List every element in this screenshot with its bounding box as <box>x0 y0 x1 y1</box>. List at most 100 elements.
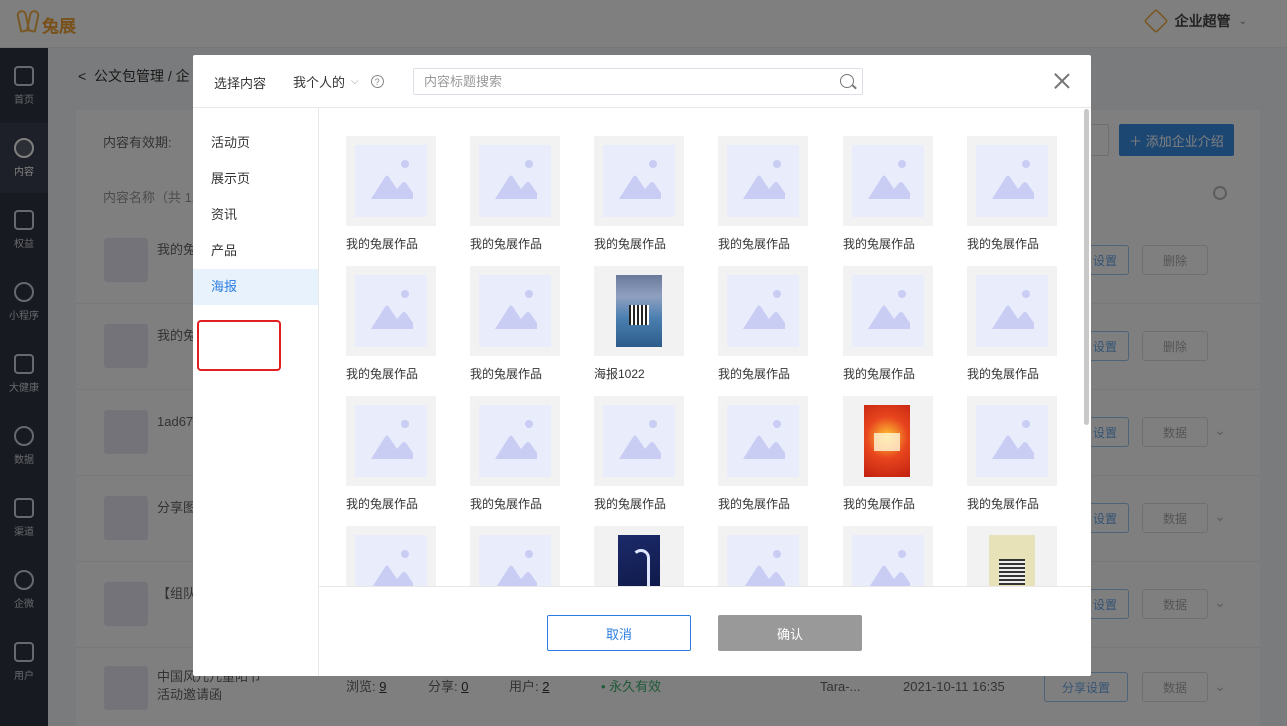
content-card[interactable]: 我的兔展作品 <box>691 238 808 381</box>
content-card[interactable] <box>567 498 684 586</box>
placeholder-image <box>479 405 551 477</box>
content-card[interactable] <box>940 498 1057 586</box>
image-placeholder-icon <box>495 305 537 329</box>
placeholder-image <box>355 535 427 586</box>
search-icon[interactable] <box>840 74 854 88</box>
content-card[interactable]: 我的兔展作品 <box>816 108 933 251</box>
image-placeholder-icon <box>869 565 910 586</box>
placeholder-image <box>727 275 799 347</box>
cancel-button[interactable]: 取消 <box>547 615 691 651</box>
image-placeholder-icon <box>495 175 537 199</box>
close-icon[interactable] <box>1053 72 1071 90</box>
card-thumbnail <box>843 136 933 226</box>
content-card[interactable]: 我的兔展作品 <box>940 368 1057 511</box>
dialog-footer: 取消 确认 <box>319 586 1091 676</box>
image-placeholder-icon <box>743 435 785 459</box>
image-placeholder-icon <box>992 435 1034 459</box>
placeholder-image <box>852 535 924 586</box>
placeholder-image <box>852 275 924 347</box>
content-card[interactable] <box>443 498 560 586</box>
sun-dot <box>773 290 781 298</box>
placeholder-image <box>479 145 551 217</box>
sun-dot <box>898 550 906 558</box>
sun-dot <box>1022 290 1030 298</box>
content-card[interactable]: 我的兔展作品 <box>567 368 684 511</box>
category-item[interactable]: 活动页 <box>193 125 318 161</box>
content-card[interactable]: 我的兔展作品 <box>816 238 933 381</box>
sun-dot <box>525 550 533 558</box>
card-thumbnail <box>967 526 1057 586</box>
grid-scrollbar[interactable] <box>1084 109 1089 425</box>
confirm-button[interactable]: 确认 <box>718 615 862 651</box>
placeholder-image <box>603 405 675 477</box>
card-thumbnail <box>967 396 1057 486</box>
scope-value: 我个人的 <box>293 75 346 90</box>
image-placeholder-icon <box>371 305 413 329</box>
placeholder-image <box>727 405 799 477</box>
content-card[interactable]: 我的兔展作品 <box>319 238 436 381</box>
dialog-title: 选择内容 <box>214 76 267 91</box>
content-card[interactable]: 我的兔展作品 <box>940 108 1057 251</box>
category-item[interactable]: 海报 <box>193 269 318 305</box>
content-card[interactable]: 我的兔展作品 <box>816 368 933 511</box>
card-thumbnail <box>594 526 684 586</box>
scope-dropdown[interactable]: 我个人的 ⌵ ? <box>293 72 384 91</box>
card-thumbnail <box>594 266 684 356</box>
card-thumbnail <box>470 136 560 226</box>
card-thumbnail <box>843 266 933 356</box>
image-placeholder-icon <box>992 175 1034 199</box>
sun-dot <box>401 420 409 428</box>
placeholder-image <box>603 145 675 217</box>
card-thumbnail <box>470 526 560 586</box>
card-thumbnail <box>718 526 808 586</box>
image-placeholder-icon <box>496 565 537 586</box>
sun-dot <box>898 160 906 168</box>
content-search-input[interactable] <box>413 68 863 95</box>
placeholder-image <box>479 275 551 347</box>
chevron-down-icon: ⌵ <box>351 76 359 87</box>
card-thumbnail <box>346 526 436 586</box>
content-card[interactable]: 海报1022 <box>567 238 684 381</box>
sun-dot <box>401 550 409 558</box>
placeholder-image <box>852 145 924 217</box>
content-card[interactable]: 我的兔展作品 <box>443 368 560 511</box>
sun-dot <box>773 160 781 168</box>
image-placeholder-icon <box>868 175 910 199</box>
placeholder-image <box>727 145 799 217</box>
content-card[interactable]: 我的兔展作品 <box>940 238 1057 381</box>
sun-dot <box>649 420 657 428</box>
image-placeholder-icon <box>495 435 537 459</box>
category-item[interactable]: 资讯 <box>193 197 318 233</box>
card-thumbnail <box>594 136 684 226</box>
image-placeholder-icon <box>868 305 910 329</box>
content-card[interactable]: 我的兔展作品 <box>443 238 560 381</box>
sun-dot <box>773 550 781 558</box>
category-item[interactable]: 展示页 <box>193 161 318 197</box>
image-placeholder-icon <box>619 175 661 199</box>
placeholder-image <box>727 535 799 586</box>
sun-dot <box>401 160 409 168</box>
card-thumbnail <box>470 396 560 486</box>
image-placeholder-icon <box>744 565 785 586</box>
sun-dot <box>649 160 657 168</box>
content-card[interactable] <box>691 498 808 586</box>
content-card[interactable]: 我的兔展作品 <box>691 368 808 511</box>
image-placeholder-icon <box>743 175 785 199</box>
sun-dot <box>773 420 781 428</box>
content-card[interactable]: 我的兔展作品 <box>567 108 684 251</box>
image-placeholder-icon <box>619 435 661 459</box>
content-card[interactable] <box>319 498 436 586</box>
content-card[interactable]: 我的兔展作品 <box>691 108 808 251</box>
category-item[interactable]: 产品 <box>193 233 318 269</box>
dialog-header: 选择内容 我个人的 ⌵ ? <box>193 55 1091 108</box>
content-card[interactable]: 我的兔展作品 <box>319 368 436 511</box>
content-card[interactable] <box>816 498 933 586</box>
content-card[interactable]: 我的兔展作品 <box>319 108 436 251</box>
category-list: 活动页 展示页 资讯 产品 海报 <box>193 108 319 676</box>
poster-thumbnail <box>864 405 910 477</box>
content-card[interactable]: 我的兔展作品 <box>443 108 560 251</box>
image-placeholder-icon <box>371 175 413 199</box>
sun-dot <box>525 420 533 428</box>
placeholder-image <box>355 275 427 347</box>
help-icon[interactable]: ? <box>370 75 384 88</box>
